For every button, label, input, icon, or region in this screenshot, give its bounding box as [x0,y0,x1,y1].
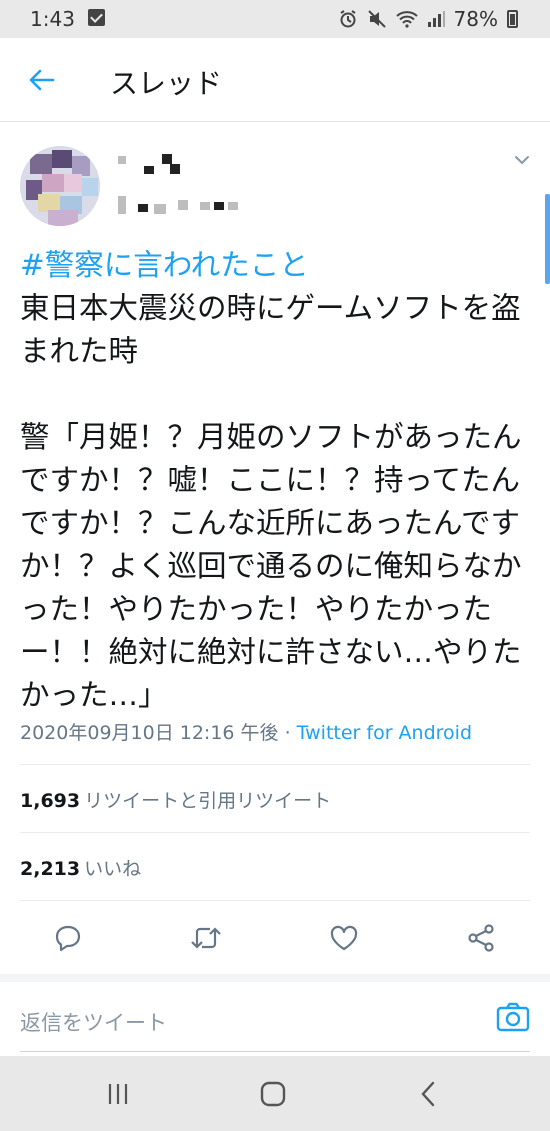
wifi-icon [395,11,418,28]
alarm-icon [339,10,356,28]
like-count: 2,213 [20,858,81,880]
back-nav-button[interactable] [410,1076,446,1112]
divider [20,764,530,765]
back-nav-icon [421,1081,435,1107]
mute-icon [367,10,386,28]
back-arrow-icon [29,69,55,91]
tweet-detail: #警察に言われたこと 東日本大震災の時にゲームソフトを盗まれた時 警「月姫！？月… [0,122,550,974]
like-label: いいね [84,858,142,880]
author-name-redacted[interactable] [118,148,188,178]
retweet-stat[interactable]: 1,693 リツイートと引用リツイート [20,786,331,813]
retweet-icon [191,927,221,949]
tweet-meta: 2020年09月10日 12:16 午後 · Twitter for Andro… [20,718,472,745]
retweet-button[interactable] [188,920,224,956]
recent-apps-button[interactable] [100,1076,136,1112]
tweet-text: #警察に言われたこと 東日本大震災の時にゲームソフトを盗まれた時 警「月姫！？月… [20,244,540,717]
share-button[interactable] [463,920,499,956]
home-button[interactable] [255,1076,291,1112]
status-time: 1:43 [30,7,75,31]
reply-icon [55,925,81,952]
tweet-body: 東日本大震災の時にゲームソフトを盗まれた時 警「月姫！？月姫のソフトがあったんで… [20,291,522,712]
divider [20,900,530,901]
status-icons: 78% [338,7,518,31]
home-icon [260,1081,286,1107]
section-separator [0,974,550,982]
share-icon [468,924,494,952]
action-bar [0,912,550,964]
recent-apps-icon [108,1084,128,1104]
reply-underline [20,1051,530,1052]
back-button[interactable] [22,60,62,100]
like-icon [330,925,358,951]
retweet-count: 1,693 [20,790,81,812]
author-handle-redacted [118,192,248,218]
reply-input[interactable]: 返信をツイート [20,1007,167,1037]
divider [20,832,530,833]
source-link[interactable]: Twitter for Android [297,722,472,744]
scroll-indicator[interactable] [545,194,550,284]
reply-button[interactable] [50,920,86,956]
hashtag-link[interactable]: #警察に言われたこと [20,248,309,282]
timestamp: 2020年09月10日 12:16 午後 · [20,722,297,744]
like-button[interactable] [326,920,362,956]
camera-icon[interactable] [496,1000,530,1034]
like-stat[interactable]: 2,213 いいね [20,854,141,881]
chevron-down-icon[interactable] [514,152,530,168]
retweet-label: リツイートと引用リツイート [84,790,332,812]
app-header: スレッド [0,38,550,122]
battery-icon [507,10,518,28]
system-nav-bar [0,1056,550,1131]
reply-bar: 返信をツイート [0,982,550,1056]
status-bar: 1:43 78% [0,0,550,38]
signal-icon [427,11,445,27]
battery-percent: 78% [453,7,498,31]
notification-check-icon [88,9,105,26]
page-title: スレッド [110,67,223,100]
avatar[interactable] [20,146,100,226]
